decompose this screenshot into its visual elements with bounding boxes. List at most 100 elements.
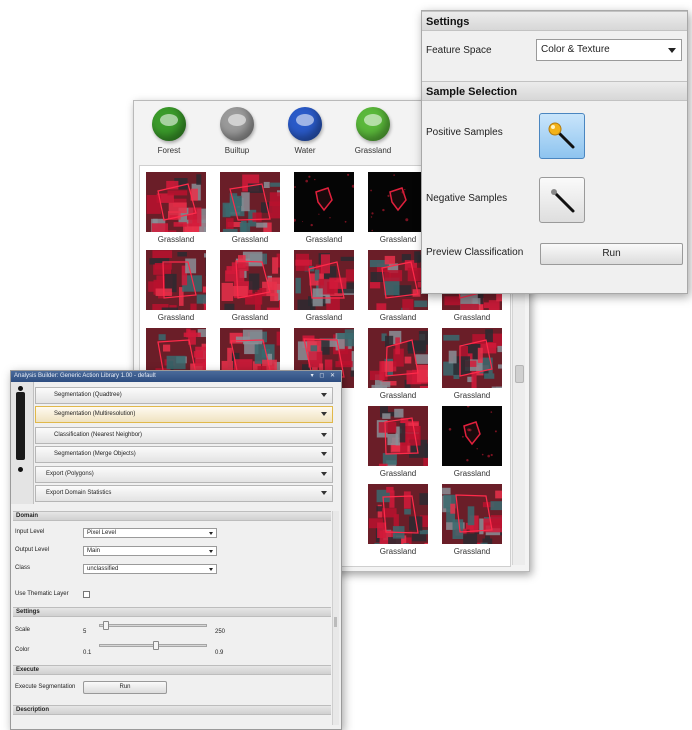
sample-thumbnail[interactable] (220, 250, 280, 310)
satellite-image-icon (294, 250, 354, 310)
color-label: Color (15, 647, 29, 653)
chevron-down-icon (668, 48, 676, 53)
action-label: Classification (Nearest Neighbor) (54, 428, 142, 443)
sample-thumbnail[interactable] (442, 484, 502, 544)
select-value: unclassified (87, 566, 118, 572)
scale-slider-thumb[interactable] (103, 621, 109, 630)
input-level-select[interactable]: Pixel Level (83, 528, 217, 538)
satellite-image-icon (368, 250, 428, 310)
preview-run-button[interactable]: Run (540, 243, 683, 265)
chevron-down-icon[interactable] (321, 452, 327, 456)
thumbnail-label: Grassland (437, 469, 507, 478)
domain-section-header: Domain (13, 511, 331, 521)
scrollbar-thumb[interactable] (515, 365, 524, 383)
sample-thumbnail[interactable] (368, 328, 428, 388)
positive-sample-picker-icon (540, 114, 584, 158)
satellite-image-icon (146, 172, 206, 232)
chevron-down-icon[interactable] (321, 412, 327, 416)
class-label: Class (15, 565, 30, 571)
builder-scrollbar[interactable] (332, 511, 339, 725)
chevron-down-icon[interactable] (321, 491, 327, 495)
execute-run-button[interactable]: Run (83, 681, 167, 694)
satellite-image-icon (220, 172, 280, 232)
sample-thumbnail[interactable] (146, 250, 206, 310)
scale-slider[interactable] (99, 624, 207, 627)
positive-samples-label: Positive Samples (426, 127, 503, 138)
thumbnail-label: Grassland (215, 235, 285, 244)
forest-class-icon (152, 107, 186, 141)
thumbnail-label: Grassland (437, 391, 507, 400)
negative-samples-button[interactable] (539, 177, 585, 223)
positive-samples-button[interactable] (539, 113, 585, 159)
class-label: Builtup (212, 146, 262, 155)
output-level-select[interactable]: Main (83, 546, 217, 556)
window-controls[interactable]: ▾ ◻ ✕ (311, 371, 337, 382)
settings-section-header: Settings (13, 607, 331, 617)
satellite-image-icon (368, 328, 428, 388)
thumbnail-label: Grassland (437, 313, 507, 322)
sample-thumbnail[interactable] (294, 250, 354, 310)
chevron-down-icon[interactable] (321, 472, 327, 476)
sample-thumbnail[interactable] (368, 484, 428, 544)
thematic-layer-checkbox[interactable] (83, 591, 90, 598)
settings-header: Settings (422, 11, 687, 31)
color-slider-thumb[interactable] (153, 641, 159, 650)
action-segmentation-quadtree[interactable]: Segmentation (Quadtree) (35, 387, 333, 404)
thumbnail-label: Grassland (363, 547, 433, 556)
class-grassland[interactable]: Grassland (348, 107, 398, 155)
sample-thumbnail[interactable] (294, 172, 354, 232)
class-forest[interactable]: Forest (144, 107, 194, 155)
execute-section-header: Execute (13, 665, 331, 675)
satellite-image-icon (220, 250, 280, 310)
input-level-label: Input Level (15, 529, 44, 535)
thumbnail-label: Grassland (289, 235, 359, 244)
action-segmentation-merge-objects[interactable]: Segmentation (Merge Objects) (35, 446, 333, 463)
action-export-polygons[interactable]: Export (Polygons) (35, 466, 333, 483)
class-builtup[interactable]: Builtup (212, 107, 262, 155)
thumbnail-label: Grassland (289, 313, 359, 322)
class-label: Grassland (348, 146, 398, 155)
thumbnail-label: Grassland (363, 469, 433, 478)
sample-thumbnail[interactable] (368, 406, 428, 466)
satellite-image-icon (442, 484, 502, 544)
window-titlebar[interactable]: Analysis Builder: Generic Action Library… (11, 371, 341, 382)
satellite-image-icon (294, 172, 354, 232)
color-min: 0.1 (83, 650, 91, 656)
class-water[interactable]: Water (280, 107, 330, 155)
action-segmentation-multiresolution[interactable]: Segmentation (Multiresolution) (35, 406, 333, 423)
thumbnail-label: Grassland (141, 313, 211, 322)
scale-min: 5 (83, 629, 86, 635)
sample-thumbnail[interactable] (220, 172, 280, 232)
sample-selection-header: Sample Selection (422, 81, 687, 101)
color-slider[interactable] (99, 644, 207, 647)
chevron-down-icon (209, 568, 213, 571)
execute-segmentation-label: Execute Segmentation (15, 684, 75, 690)
sample-thumbnail[interactable] (368, 172, 428, 232)
chevron-down-icon[interactable] (321, 433, 327, 437)
color-max: 0.9 (215, 650, 223, 656)
feature-space-dropdown[interactable]: Color & Texture (536, 39, 682, 61)
sample-thumbnail[interactable] (146, 172, 206, 232)
chevron-down-icon[interactable] (321, 393, 327, 397)
flow-connector (16, 392, 25, 460)
class-select[interactable]: unclassified (83, 564, 217, 574)
sample-thumbnail[interactable] (368, 250, 428, 310)
scrollbar-thumb[interactable] (334, 617, 337, 627)
sample-thumbnail[interactable] (442, 406, 502, 466)
thumbnail-label: Grassland (363, 391, 433, 400)
window-title: Analysis Builder: Generic Action Library… (14, 373, 156, 379)
action-label: Segmentation (Merge Objects) (54, 447, 136, 462)
action-export-domain-statistics[interactable]: Export Domain Statistics (35, 485, 333, 502)
feature-space-value: Color & Texture (541, 44, 610, 55)
satellite-image-icon (368, 406, 428, 466)
settings-panel: Settings Feature Space Color & Texture S… (421, 10, 688, 294)
select-value: Pixel Level (87, 530, 116, 536)
action-label: Export (Polygons) (46, 467, 94, 482)
action-classification-nearest-neighbor[interactable]: Classification (Nearest Neighbor) (35, 427, 333, 444)
action-label: Segmentation (Quadtree) (54, 388, 122, 403)
water-class-icon (288, 107, 322, 141)
action-flow-gutter (11, 382, 34, 504)
analysis-builder-window: Analysis Builder: Generic Action Library… (10, 370, 342, 730)
sample-thumbnail[interactable] (442, 328, 502, 388)
feature-space-label: Feature Space (426, 45, 492, 56)
